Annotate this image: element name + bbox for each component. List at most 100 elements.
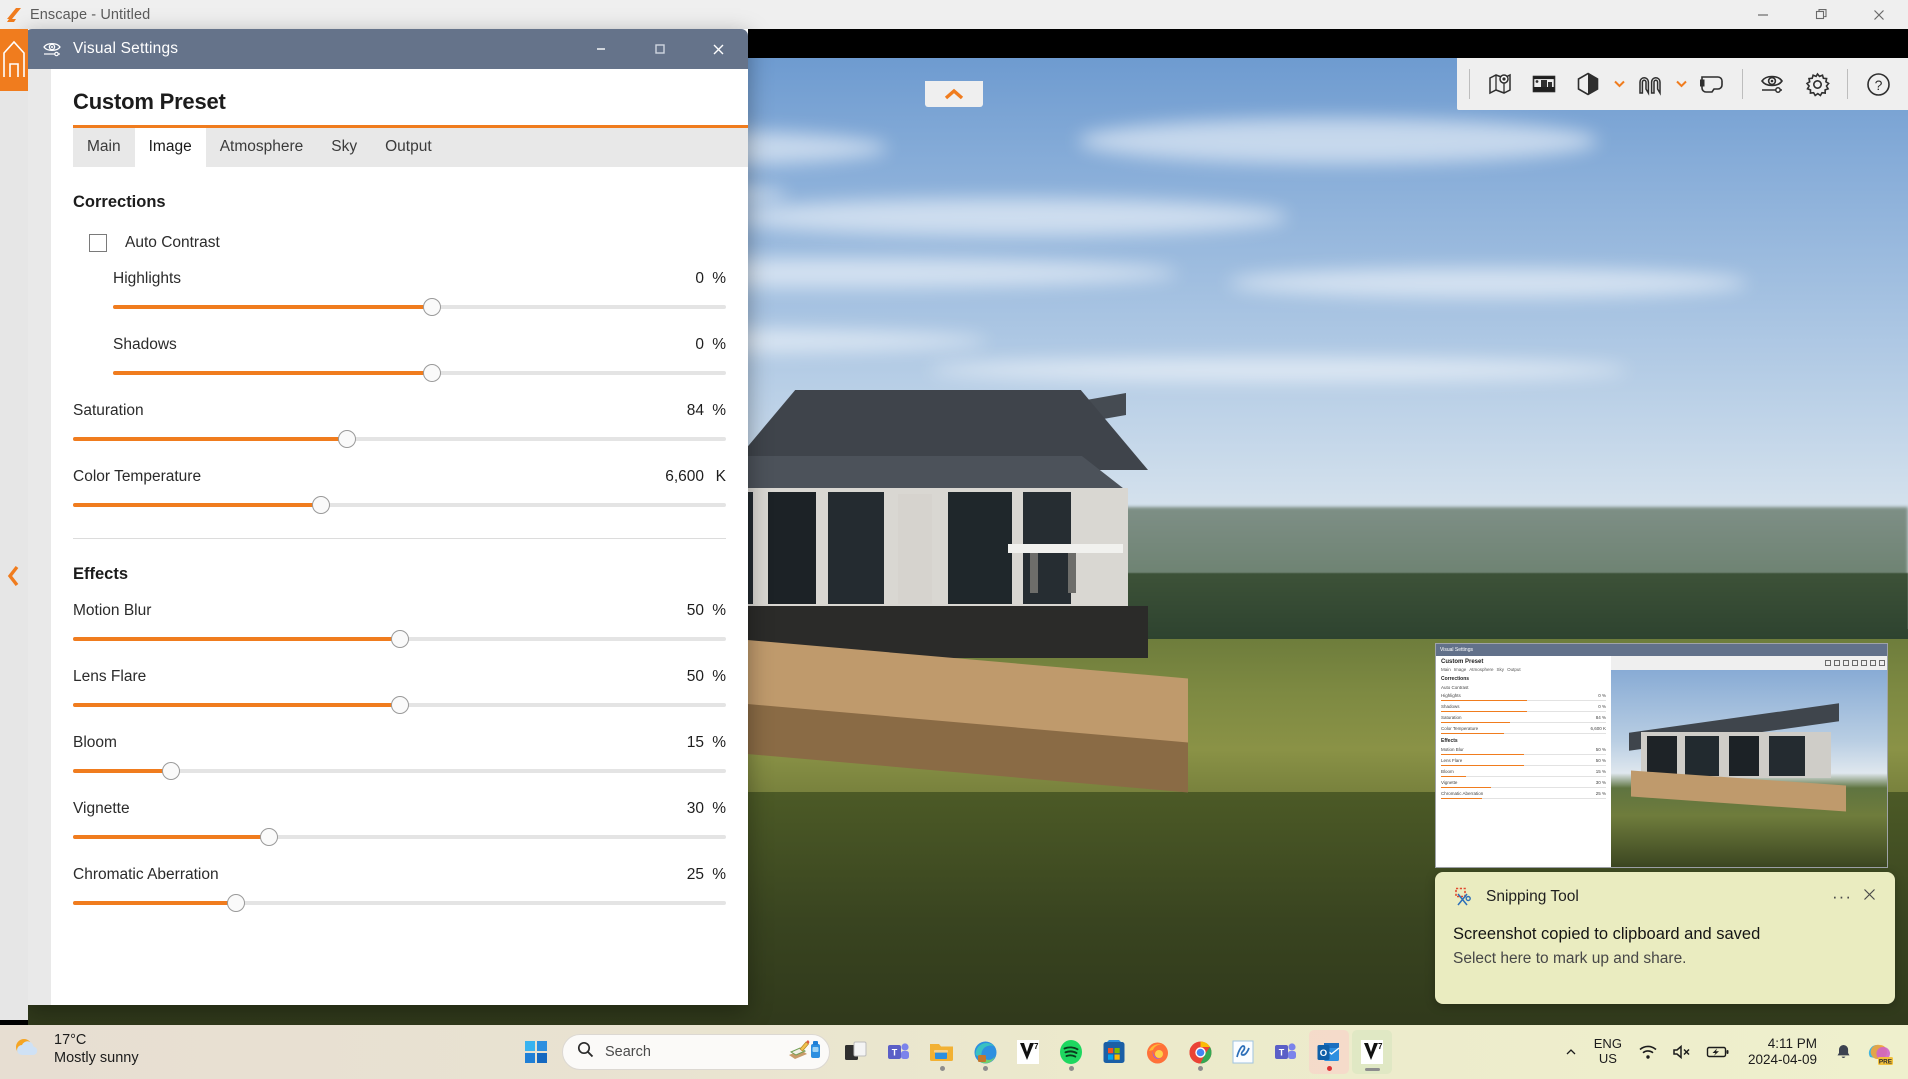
- close-icon[interactable]: [1862, 887, 1881, 907]
- slider-knob[interactable]: [227, 894, 246, 912]
- tab-atmosphere[interactable]: Atmosphere: [206, 128, 318, 167]
- slider-unit: %: [712, 270, 726, 287]
- vs-close-button[interactable]: [689, 29, 748, 69]
- notification-bell-icon[interactable]: [1829, 1037, 1858, 1067]
- slider-unit: %: [712, 402, 726, 419]
- search-icon: [577, 1041, 594, 1063]
- chevron-left-icon[interactable]: [0, 556, 28, 596]
- slider-knob[interactable]: [161, 762, 180, 780]
- taskbar-app-teams-new[interactable]: T: [1266, 1030, 1306, 1074]
- enscape-logo-icon: [0, 0, 28, 29]
- taskbar-app-google-chrome[interactable]: [1180, 1030, 1220, 1074]
- chevron-down-icon[interactable]: [1610, 62, 1628, 106]
- slider-track[interactable]: [73, 892, 726, 914]
- visual-settings-eye-icon: [41, 38, 63, 60]
- chevron-up-icon[interactable]: [925, 81, 983, 107]
- settings-content: Corrections Auto Contrast Highlights 0% Sh…: [51, 167, 748, 1005]
- clock-date: 2024-04-09: [1747, 1052, 1817, 1067]
- taskbar-app-task-view[interactable]: [836, 1030, 876, 1074]
- taskbar-app-file-explorer[interactable]: [922, 1030, 962, 1074]
- slider-value: 50: [686, 668, 704, 685]
- slider-knob[interactable]: [338, 430, 357, 448]
- slider-value: 84: [686, 402, 704, 419]
- tab-output[interactable]: Output: [371, 128, 446, 167]
- taskbar-app-teams-classic[interactable]: T: [879, 1030, 919, 1074]
- taskbar-app-sketchup[interactable]: [1223, 1030, 1263, 1074]
- slider-track[interactable]: [113, 362, 726, 384]
- speaker-muted-icon[interactable]: [1666, 1037, 1698, 1067]
- slider-track[interactable]: [73, 760, 726, 782]
- slider-track[interactable]: [73, 428, 726, 450]
- taskbar-app-microsoft-store[interactable]: [1094, 1030, 1134, 1074]
- chevron-down-icon[interactable]: [1672, 62, 1690, 106]
- clock[interactable]: 4:11 PM 2024-04-09: [1738, 1036, 1827, 1068]
- viewer-toolbar[interactable]: ?: [1457, 58, 1908, 110]
- settings-tabs[interactable]: Main Image Atmosphere Sky Output: [73, 125, 748, 167]
- notification-toast[interactable]: Snipping Tool ··· Screenshot copied to c…: [1435, 872, 1895, 1004]
- snipping-tool-thumbnail[interactable]: Visual Settings Custom Preset Main Image…: [1435, 643, 1888, 868]
- slider-unit: K: [715, 468, 726, 485]
- map-pin-icon[interactable]: [1478, 62, 1522, 106]
- chevron-up-icon[interactable]: [1558, 1039, 1584, 1065]
- slider-value: 6,600: [665, 468, 704, 485]
- thumb-tab: Sky: [1496, 667, 1505, 672]
- thumb-slider-row: Highlights 0 %: [1441, 693, 1606, 701]
- vr-headset-icon[interactable]: [1690, 62, 1734, 106]
- slider-knob[interactable]: [259, 828, 278, 846]
- toast-subtitle: Select here to mark up and share.: [1453, 950, 1687, 967]
- copilot-icon[interactable]: PRE: [1860, 1033, 1902, 1071]
- search-input[interactable]: Search: [562, 1034, 830, 1070]
- copilot-notebook-icon[interactable]: [787, 1038, 821, 1067]
- windows-start-icon[interactable]: [516, 1032, 556, 1072]
- slider-label: Highlights: [113, 270, 182, 287]
- slider-row: Color Temperature 6,600 K: [73, 468, 726, 516]
- slider-knob[interactable]: [390, 630, 409, 648]
- thumb-tab: Image: [1453, 667, 1467, 672]
- slider-track[interactable]: [113, 296, 726, 318]
- tab-image[interactable]: Image: [134, 128, 206, 167]
- hexagon-split-icon[interactable]: [1566, 62, 1610, 106]
- thumb-slider-row: Motion Blur 50 %: [1441, 747, 1606, 755]
- help-icon[interactable]: ?: [1856, 62, 1900, 106]
- thumb-slider-row: Color Temperature 6,600 K: [1441, 726, 1606, 734]
- taskbar-app-microsoft-edge[interactable]: [965, 1030, 1005, 1074]
- section-title-corrections: Corrections: [73, 193, 166, 211]
- slider-track[interactable]: [73, 826, 726, 848]
- slider-track[interactable]: [73, 494, 726, 516]
- vs-minimize-button[interactable]: [571, 29, 630, 69]
- slider-knob[interactable]: [422, 364, 441, 382]
- slider-knob[interactable]: [422, 298, 441, 316]
- auto-contrast-checkbox[interactable]: [89, 234, 107, 252]
- app-restore-button[interactable]: [1792, 0, 1850, 29]
- tab-main[interactable]: Main: [73, 128, 135, 167]
- slider-knob[interactable]: [312, 496, 331, 514]
- taskbar-app-vray-7[interactable]: 7: [1008, 1030, 1048, 1074]
- visual-settings-window[interactable]: Visual Settings Custom Preset Main Image…: [25, 29, 748, 1005]
- taskbar-app-spotify[interactable]: [1051, 1030, 1091, 1074]
- app-minimize-button[interactable]: [1734, 0, 1792, 29]
- eye-visual-settings-icon[interactable]: [1751, 62, 1795, 106]
- taskbar-app-outlook[interactable]: O: [1309, 1030, 1349, 1074]
- slider-label: Vignette: [73, 800, 130, 817]
- slider-row: Motion Blur 50%: [73, 602, 726, 650]
- app-close-button[interactable]: [1850, 0, 1908, 29]
- slider-track[interactable]: [73, 628, 726, 650]
- language-indicator[interactable]: ENG US: [1586, 1033, 1630, 1071]
- slider-label: Saturation: [73, 402, 144, 419]
- slider-knob[interactable]: [390, 696, 409, 714]
- battery-charging-icon[interactable]: [1700, 1038, 1736, 1066]
- more-dots-icon[interactable]: ···: [1822, 887, 1862, 907]
- tab-sky[interactable]: Sky: [317, 128, 371, 167]
- taskbar-app-vray-7-active[interactable]: 7: [1352, 1030, 1392, 1074]
- wifi-icon[interactable]: [1632, 1037, 1664, 1067]
- slider-track[interactable]: [73, 694, 726, 716]
- taskbar-app-firefox[interactable]: [1137, 1030, 1177, 1074]
- slider-row: Shadows 0%: [113, 336, 726, 384]
- gear-icon[interactable]: [1795, 62, 1839, 106]
- thumb-toolbar: [1611, 656, 1887, 670]
- auto-contrast-row[interactable]: Auto Contrast: [89, 234, 726, 252]
- building-image-icon[interactable]: [1522, 62, 1566, 106]
- vs-maximize-button[interactable]: [630, 29, 689, 69]
- thumb-titlebar: Visual Settings: [1436, 644, 1887, 656]
- views-arches-icon[interactable]: [1628, 62, 1672, 106]
